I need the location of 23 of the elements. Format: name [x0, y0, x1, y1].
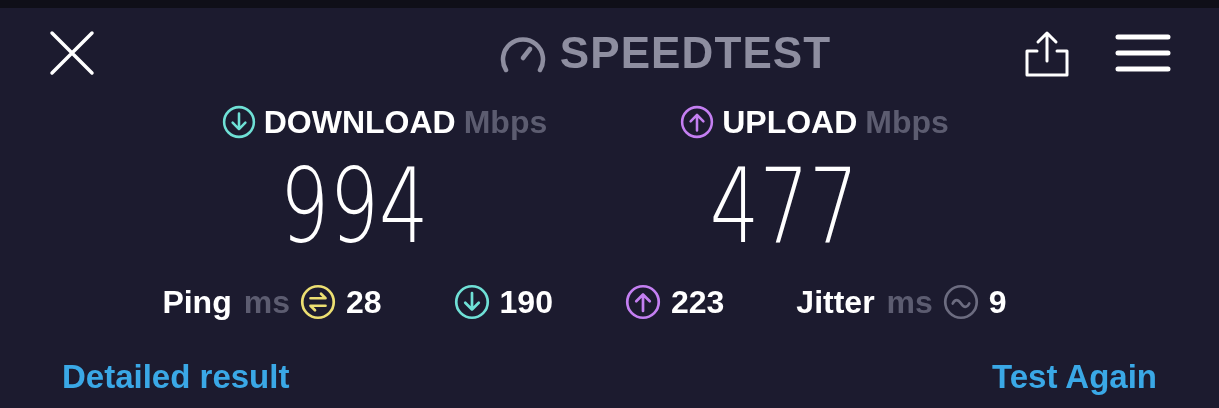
wave-icon	[942, 284, 979, 320]
close-button[interactable]	[48, 29, 96, 77]
stat-value: 28	[345, 283, 382, 322]
share-icon	[1023, 29, 1071, 77]
detailed-result-link[interactable]: Detailed result	[62, 352, 290, 402]
menu-icon	[1115, 33, 1171, 73]
unit-label: ms	[243, 283, 290, 322]
stat-label: Ping	[162, 283, 232, 322]
result-label: DOWNLOAD	[263, 103, 456, 142]
unit-label: ms	[886, 283, 933, 322]
stat-value: 9	[988, 283, 1007, 322]
unit-label: Mbps	[463, 103, 548, 142]
stat-value: 223	[670, 283, 725, 322]
stat-value: 190	[499, 283, 553, 322]
unit-label: Mbps	[865, 103, 949, 142]
result-label: UPLOAD	[722, 103, 858, 142]
close-icon	[49, 30, 95, 76]
result-value: 994	[280, 146, 429, 266]
result-value: 477	[710, 146, 859, 266]
test-again-link[interactable]: Test Again	[991, 352, 1157, 402]
ping-arrows-icon	[299, 284, 336, 320]
stat-label: Jitter	[796, 283, 875, 322]
app-title: SPEEDTEST	[559, 27, 832, 79]
